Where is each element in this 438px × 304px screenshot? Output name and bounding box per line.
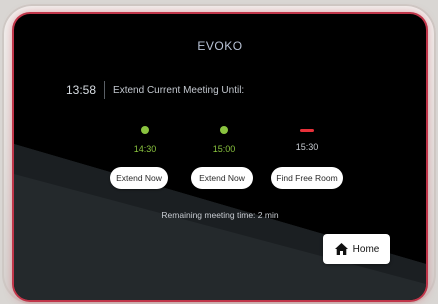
option-time: 14:30 [133,144,157,154]
available-indicator [141,126,149,134]
touch-screen: EVOKO 13:58 Extend Current Meeting Until… [14,14,426,300]
find-free-room-button[interactable]: Find Free Room [271,167,343,189]
home-icon [334,243,348,255]
home-button[interactable]: Home [323,234,390,264]
option-time: 15:30 [295,142,319,152]
room-panel-device: EVOKO 13:58 Extend Current Meeting Until… [2,4,436,304]
home-label: Home [352,243,380,255]
unavailable-indicator [300,129,314,132]
remaining-time-text: Remaining meeting time: 2 min [161,210,279,220]
current-time: 13:58 [66,83,97,97]
available-indicator [220,126,228,134]
header-row: 13:58 Extend Current Meeting Until: [66,81,244,99]
option-1500: 15:00 [194,120,254,154]
option-1530: 15:30 [277,120,337,152]
extend-title: Extend Current Meeting Until: [113,84,245,96]
option-time: 15:00 [212,144,236,154]
extend-now-button[interactable]: Extend Now [110,167,168,189]
extend-now-button[interactable]: Extend Now [191,167,253,189]
brand-logo: EVOKO [197,39,243,53]
header-divider [104,81,106,99]
option-1430: 14:30 [115,120,175,154]
